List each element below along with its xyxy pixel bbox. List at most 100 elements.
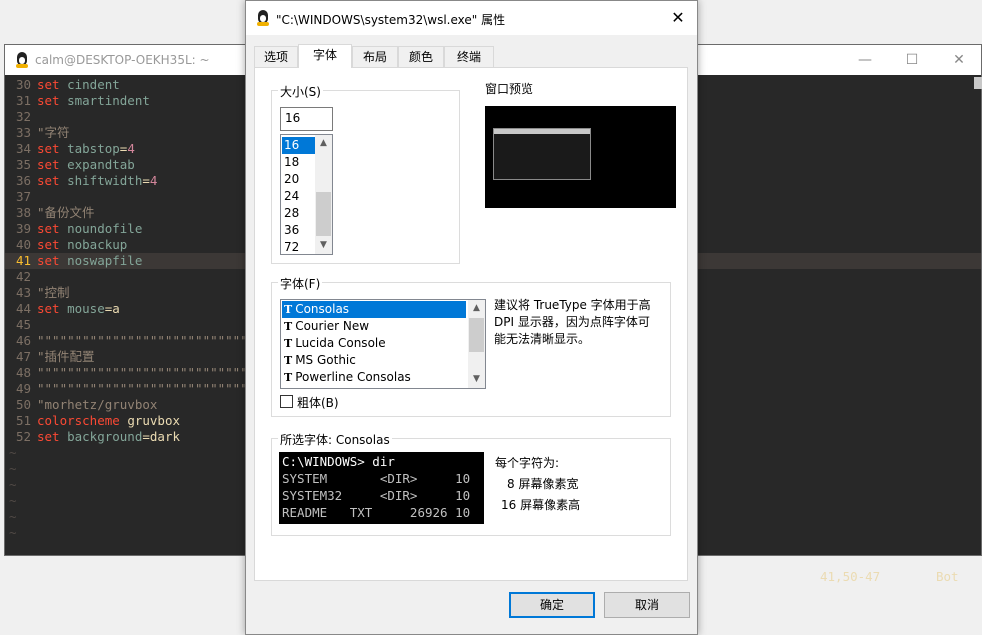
tab-layout[interactable]: 布局 (352, 46, 398, 67)
code-line[interactable]: 30 set cindent (5, 77, 120, 93)
code-line[interactable]: 44 set mouse=a (5, 301, 120, 317)
font-name: Powerline Consolas (295, 370, 411, 384)
code-line[interactable]: 48 """"""""""""""""""""""""""""" (5, 365, 255, 381)
code-line[interactable]: 35 set expandtab (5, 157, 135, 173)
code-line[interactable]: 50 "morhetz/gruvbox (5, 397, 157, 413)
code-token: smartindent (59, 93, 150, 108)
code-token: colorscheme (37, 413, 120, 428)
code-line[interactable]: 47 "插件配置 (5, 349, 95, 365)
code-line[interactable]: 37 (5, 189, 37, 205)
tux-icon (256, 10, 270, 26)
code-token: "morhetz/gruvbox (37, 397, 158, 412)
size-group: 大小(S) 16 16 18 20 24 28 36 72 ▲ ▼ (271, 83, 460, 264)
empty-line-tilde: ~ (9, 493, 17, 508)
size-scrollbar[interactable]: ▲ ▼ (315, 135, 332, 254)
code-line[interactable]: 51 colorscheme gruvbox (5, 413, 180, 429)
scroll-down-icon[interactable]: ▼ (315, 237, 332, 254)
font-group: 字体(F) T Consolas T Courier New T Lucida Conso… (271, 275, 671, 417)
font-name: Lucida Console (295, 336, 386, 350)
cancel-button[interactable]: 取消 (604, 592, 690, 618)
scroll-position: Bot (936, 569, 959, 584)
terminal-scrollbar[interactable] (974, 77, 982, 89)
font-hint-line-3: 能无法清晰显示。 (494, 332, 591, 346)
size-option[interactable]: 20 (282, 171, 315, 188)
code-token: set (37, 77, 60, 92)
code-token: set (37, 221, 60, 236)
truetype-icon: T (284, 303, 293, 316)
line-number: 42 (15, 269, 31, 284)
window-preview-label: 窗口预览 (485, 82, 534, 96)
tab-colors[interactable]: 颜色 (398, 46, 444, 67)
properties-dialog: "C:\WINDOWS\system32\wsl.exe" 属性 ✕ 选项 字体… (245, 0, 698, 635)
scroll-up-icon[interactable]: ▲ (315, 135, 332, 152)
close-icon[interactable]: ✕ (949, 50, 969, 70)
code-line[interactable]: 42 (5, 269, 37, 285)
scroll-up-icon[interactable]: ▲ (468, 300, 485, 317)
code-line[interactable]: 43 "控制 (5, 285, 70, 301)
code-token: noundofile (59, 221, 143, 236)
code-line[interactable]: 49 """"""""""""""""""""""""""""" (5, 381, 255, 397)
mini-window-icon (493, 128, 591, 180)
code-token: set (37, 141, 60, 156)
close-icon[interactable]: ✕ (666, 7, 690, 29)
size-option[interactable]: 16 (282, 137, 315, 154)
font-option[interactable]: T Courier New (282, 318, 466, 335)
dialog-titlebar[interactable]: "C:\WINDOWS\system32\wsl.exe" 属性 ✕ (246, 1, 697, 35)
tab-options[interactable]: 选项 (254, 46, 298, 67)
code-line[interactable]: 38 "备份文件 (5, 205, 95, 221)
code-line[interactable]: 36 set shiftwidth=4 (5, 173, 158, 189)
empty-line-tilde: ~ (9, 477, 17, 492)
code-line[interactable]: 32 (5, 109, 37, 125)
line-number: 37 (15, 189, 31, 204)
font-option[interactable]: T Powerline Consolas (282, 369, 466, 386)
code-line[interactable]: 40 set nobackup (5, 237, 127, 253)
scroll-down-icon[interactable]: ▼ (468, 371, 485, 388)
font-option[interactable]: T Consolas (282, 301, 466, 318)
size-option[interactable]: 36 (282, 222, 315, 239)
code-token: "备份文件 (37, 205, 95, 220)
empty-line-tilde: ~ (9, 445, 17, 460)
empty-line-tilde: ~ (9, 509, 17, 524)
bold-checkbox[interactable] (280, 395, 293, 408)
tab-terminal[interactable]: 终端 (444, 46, 494, 67)
tab-font[interactable]: 字体 (298, 44, 352, 68)
code-token: = (142, 173, 150, 188)
code-line[interactable]: 31 set smartindent (5, 93, 150, 109)
size-option[interactable]: 24 (282, 188, 315, 205)
scroll-thumb[interactable] (469, 318, 484, 352)
font-option[interactable]: T MS Gothic (282, 352, 466, 369)
code-token: tabstop (59, 141, 120, 156)
font-scrollbar[interactable]: ▲ ▼ (468, 300, 485, 388)
font-option[interactable]: T Lucida Console (282, 335, 466, 352)
scroll-thumb[interactable] (316, 192, 331, 236)
minimize-icon[interactable]: — (855, 50, 875, 70)
line-number: 32 (15, 109, 31, 124)
maximize-icon[interactable]: ☐ (902, 50, 922, 70)
code-token: set (37, 429, 60, 444)
code-line[interactable]: 41 set noswapfile (5, 253, 142, 269)
code-token: = (142, 429, 150, 444)
truetype-icon: T (284, 337, 293, 350)
code-line[interactable]: 45 (5, 317, 37, 333)
line-number: 40 (15, 237, 31, 252)
char-height: 16 屏幕像素高 (501, 498, 581, 512)
code-line[interactable]: 52 set background=dark (5, 429, 180, 445)
line-number: 34 (15, 141, 31, 156)
line-number: 50 (15, 397, 31, 412)
font-listbox[interactable]: T Consolas T Courier New T Lucida Console T MS … (280, 299, 486, 389)
size-option[interactable]: 28 (282, 205, 315, 222)
line-number: 39 (15, 221, 31, 236)
preview-line: SYSTEM <DIR> 10 (282, 471, 471, 486)
code-line[interactable]: 46 """"""""""""""""""""""""""""" (5, 333, 255, 349)
size-option[interactable]: 72 (282, 239, 315, 254)
code-line[interactable]: 39 set noundofile (5, 221, 142, 237)
line-number: 44 (15, 301, 31, 316)
size-option[interactable]: 18 (282, 154, 315, 171)
code-line[interactable]: 33 "字符 (5, 125, 70, 141)
ok-button[interactable]: 确定 (509, 592, 595, 618)
font-group-label: 字体(F) (278, 275, 323, 292)
size-listbox[interactable]: 16 18 20 24 28 36 72 ▲ ▼ (280, 134, 333, 255)
code-token: a (112, 301, 120, 316)
size-input[interactable]: 16 (280, 107, 333, 131)
code-line[interactable]: 34 set tabstop=4 (5, 141, 135, 157)
